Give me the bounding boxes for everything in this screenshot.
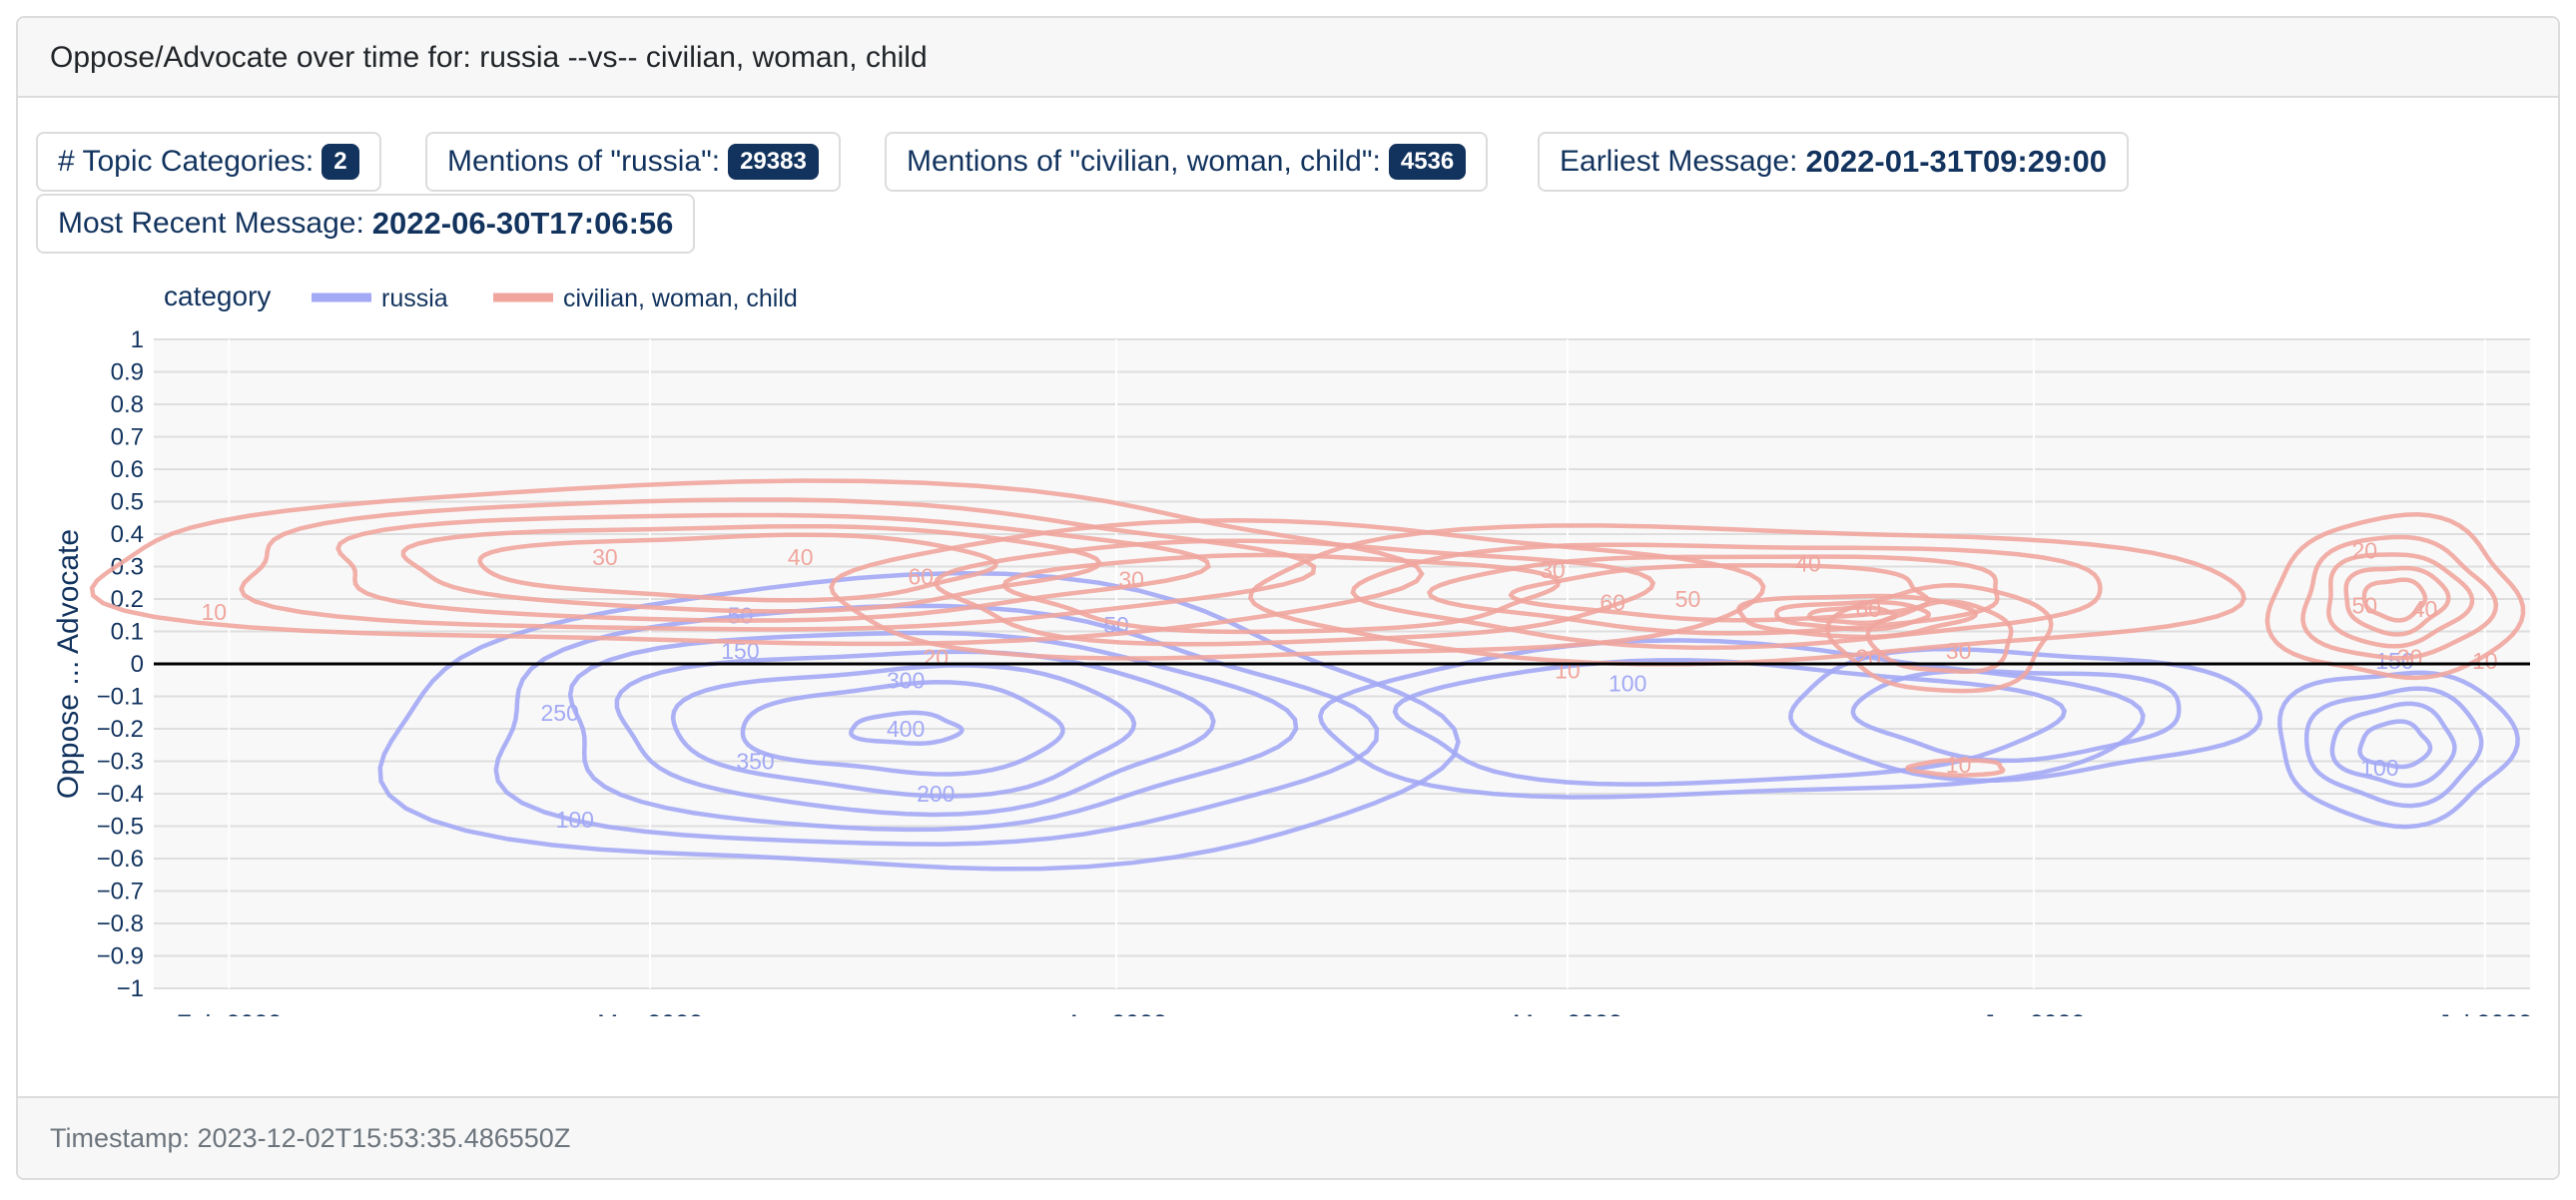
y-tick-label: 0.1 <box>111 619 144 646</box>
x-tick-label: Jul 2022 <box>2438 1010 2533 1016</box>
contour-chart: 10.90.80.70.60.50.40.30.20.10−0.1−0.2−0.… <box>52 281 2533 1016</box>
contour-label: 100 <box>556 807 594 833</box>
contour-label: 30 <box>1540 557 1566 583</box>
contour-label: 400 <box>887 716 925 742</box>
contour-label: 10 <box>2472 648 2498 674</box>
timestamp-text: Timestamp: 2023-12-02T15:53:35.486550Z <box>50 1123 571 1153</box>
y-tick-label: −0.4 <box>97 781 144 808</box>
y-tick-label: 1 <box>131 326 144 353</box>
contour-label: 250 <box>541 700 579 726</box>
legend: category russia civilian, woman, child <box>164 281 798 312</box>
contour-label: 60 <box>908 563 934 589</box>
legend-title: category <box>164 281 271 311</box>
x-tick-label: May 2022 <box>1513 1010 1622 1016</box>
contour-label: 30 <box>2397 645 2423 671</box>
y-tick-label: −0.3 <box>97 749 144 776</box>
x-tick-label: Mar 2022 <box>597 1010 703 1016</box>
x-tick-label: Jun 2022 <box>1982 1010 2085 1016</box>
contour-label: 50 <box>1675 586 1701 612</box>
y-tick-label: 0.9 <box>111 359 144 386</box>
y-tick-label: 0.4 <box>111 521 144 548</box>
y-tick-label: −1 <box>117 975 144 1002</box>
contour-label: 40 <box>788 544 814 570</box>
contour-label: 50 <box>728 602 754 628</box>
contour-label: 30 <box>1946 638 1972 664</box>
contour-label: 100 <box>1609 671 1646 697</box>
x-tick-label: Feb 2022 <box>176 1010 282 1016</box>
y-tick-label: 0.6 <box>111 456 144 483</box>
legend-entry: civilian, woman, child <box>563 285 798 312</box>
y-tick-label: −0.9 <box>97 943 144 970</box>
contour-label: 20 <box>1855 645 1881 671</box>
contour-label: 350 <box>736 749 774 775</box>
y-tick-label: 0.8 <box>111 391 144 418</box>
y-tick-label: −0.5 <box>97 814 144 841</box>
contour-label: 20 <box>923 645 949 671</box>
contour-label: 60 <box>1600 589 1625 615</box>
y-tick-label: 0.7 <box>111 424 144 451</box>
card-footer: Timestamp: 2023-12-02T15:53:35.486550Z <box>18 1096 2558 1178</box>
contour-label: 30 <box>1118 567 1144 593</box>
contour-label: 20 <box>2352 537 2378 563</box>
contour-label: 30 <box>592 544 618 570</box>
contour-label: 200 <box>917 781 955 807</box>
legend-entry: russia <box>381 285 448 312</box>
contour-label: 40 <box>1795 550 1821 576</box>
contour-label: 10 <box>1946 752 1972 778</box>
contour-label: 50 <box>2352 593 2378 619</box>
y-tick-label: −0.6 <box>97 846 144 873</box>
y-axis-title: Oppose ... Advocate <box>52 529 85 799</box>
y-tick-label: −0.7 <box>97 879 144 905</box>
y-tick-label: −0.8 <box>97 910 144 937</box>
chart-card: Oppose/Advocate over time for: russia --… <box>16 16 2560 1180</box>
contour-label: 10 <box>201 599 227 625</box>
y-tick-label: 0.5 <box>111 489 144 516</box>
contour-label: 100 <box>2360 755 2398 781</box>
contour-label: 300 <box>887 667 925 693</box>
contour-label: 10 <box>1555 658 1581 684</box>
y-tick-label: −0.1 <box>97 684 144 711</box>
contour-label: 60 <box>1855 596 1881 622</box>
contour-label: 40 <box>2412 596 2438 622</box>
y-tick-label: 0 <box>131 651 144 678</box>
x-tick-label: Apr 2022 <box>1065 1010 1166 1016</box>
y-tick-label: −0.2 <box>97 716 144 743</box>
